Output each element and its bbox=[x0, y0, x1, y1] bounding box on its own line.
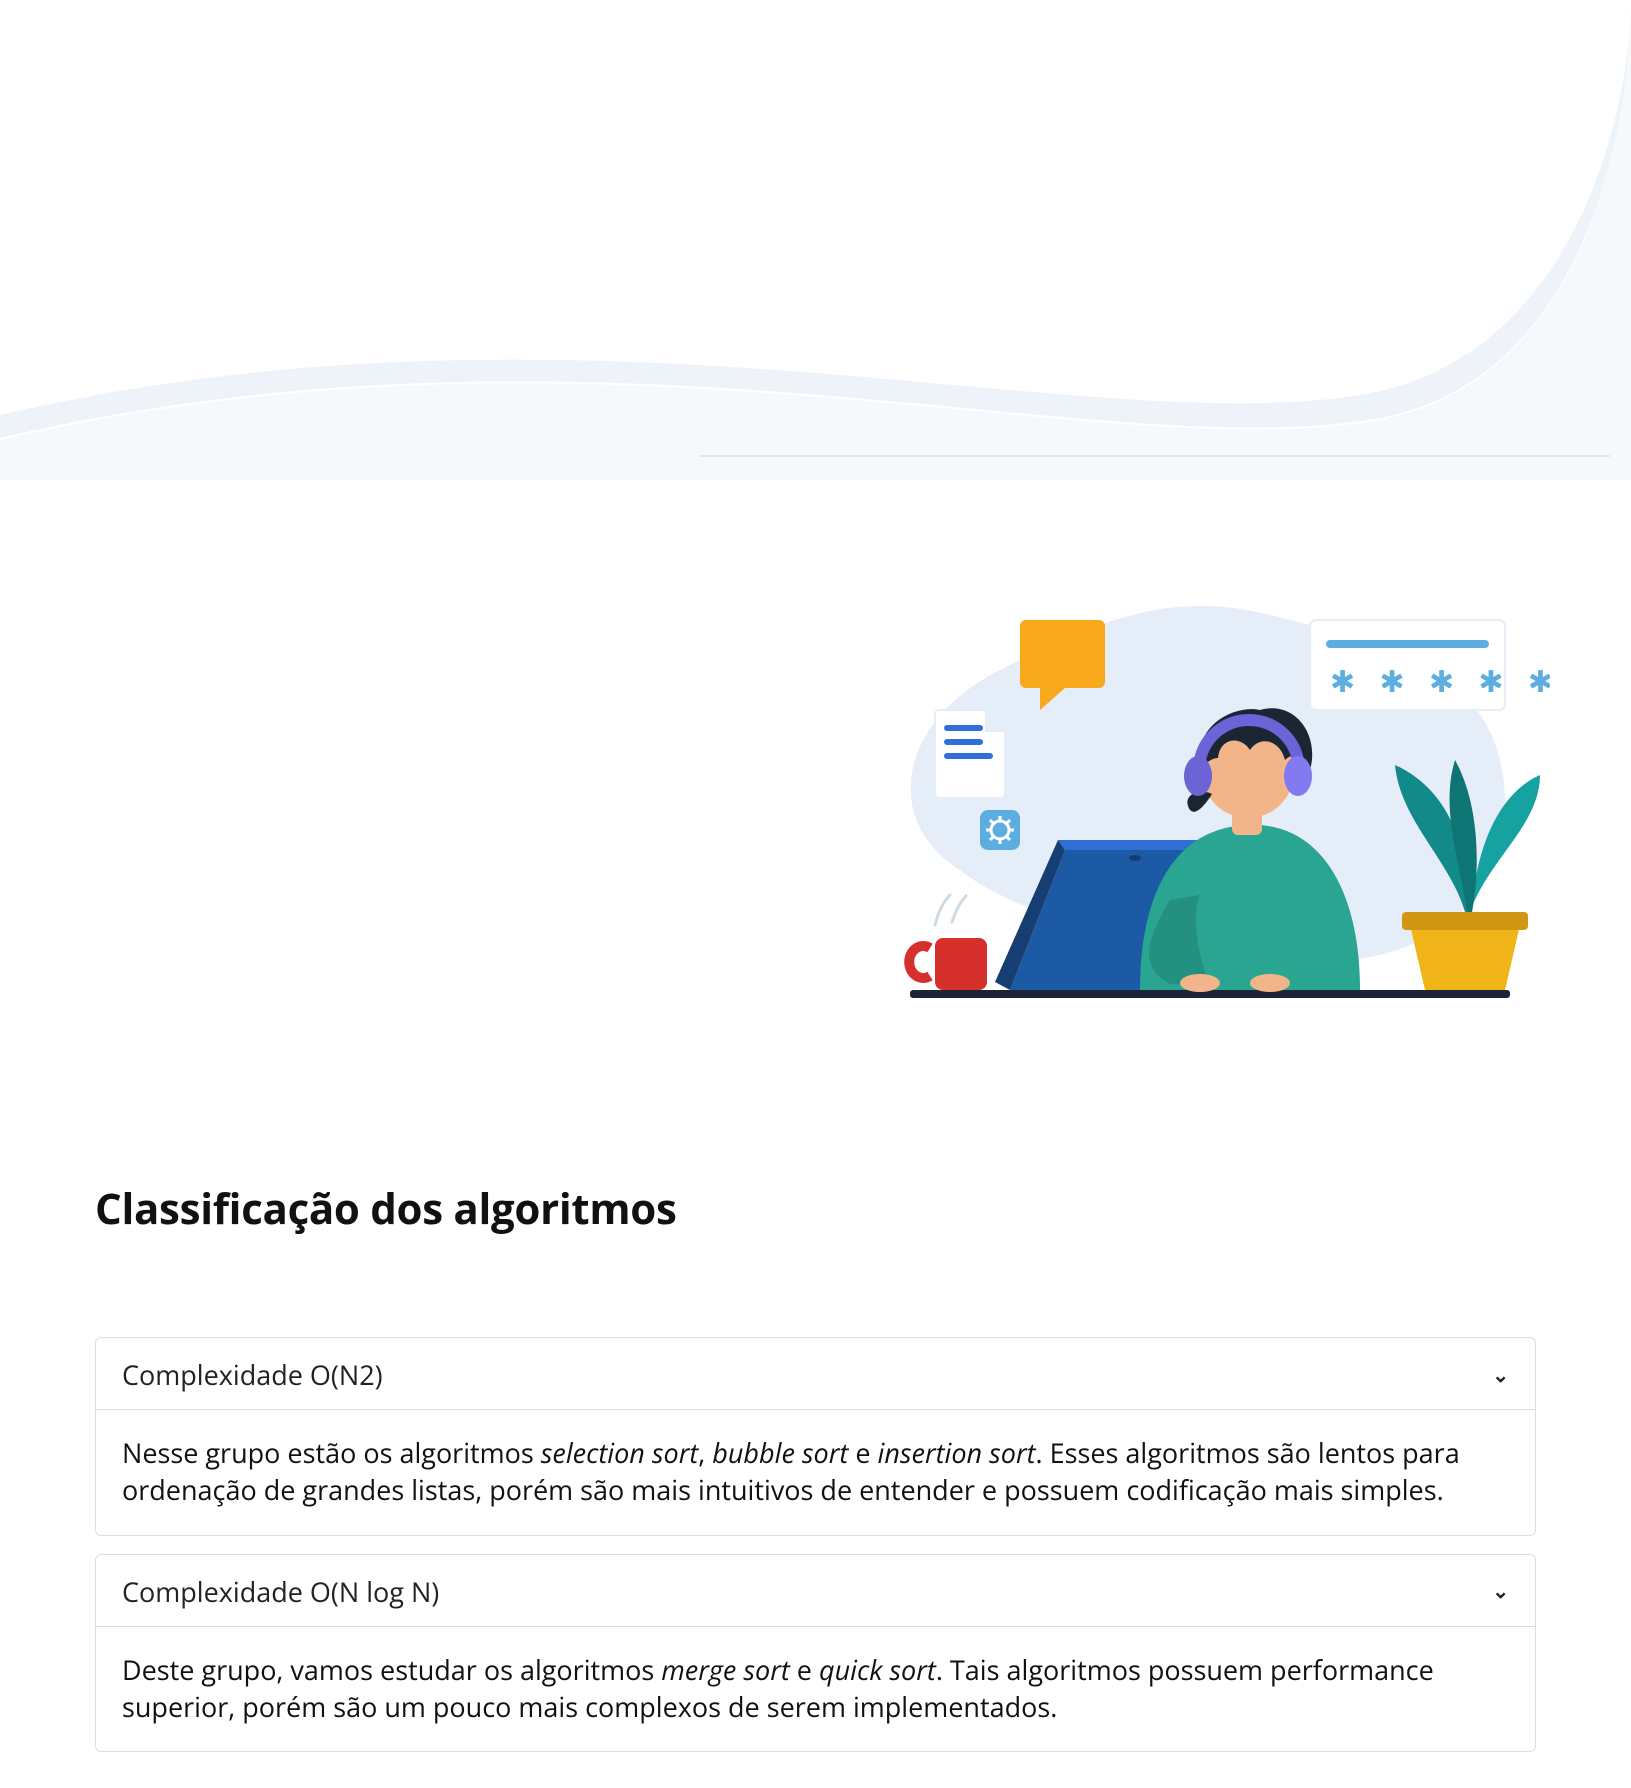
body-text: e bbox=[848, 1434, 877, 1471]
chevron-down-icon: ⌄ bbox=[1492, 1365, 1509, 1385]
body-text: Nesse grupo estão os algoritmos bbox=[122, 1434, 541, 1471]
accordion-body-onlogn: Deste grupo, vamos estudar os algoritmos… bbox=[96, 1627, 1535, 1752]
body-text: Deste grupo, vamos estudar os algoritmos bbox=[122, 1651, 661, 1688]
accordion-card-onlogn: Complexidade O(N log N) ⌄ Deste grupo, v… bbox=[95, 1554, 1536, 1753]
alg-name: bubble sort bbox=[712, 1434, 848, 1471]
gear-icon bbox=[980, 810, 1020, 850]
section-title: Classificação dos algoritmos bbox=[95, 1180, 1536, 1237]
accordion-header-on2[interactable]: Complexidade O(N2) ⌄ bbox=[96, 1338, 1535, 1410]
alg-name: insertion sort bbox=[878, 1434, 1036, 1471]
hero-wave-bg bbox=[0, 0, 1631, 490]
password-card-icon: ✱ ✱ ✱ ✱ ✱ bbox=[1310, 620, 1550, 710]
svg-text:✱ ✱ ✱ ✱ ✱: ✱ ✱ ✱ ✱ ✱ bbox=[1330, 666, 1550, 699]
body-text: e bbox=[790, 1651, 819, 1688]
accordion-header-onlogn[interactable]: Complexidade O(N log N) ⌄ bbox=[96, 1555, 1535, 1627]
body-text: , bbox=[698, 1434, 712, 1471]
alg-name: quick sort bbox=[819, 1651, 936, 1688]
hero-illustration: ✱ ✱ ✱ ✱ ✱ bbox=[840, 560, 1550, 1010]
chevron-down-icon: ⌄ bbox=[1492, 1581, 1509, 1601]
accordion-body-on2: Nesse grupo estão os algoritmos selectio… bbox=[96, 1410, 1535, 1535]
alg-name: merge sort bbox=[661, 1651, 790, 1688]
mug-icon bbox=[909, 895, 987, 990]
document-icon bbox=[935, 710, 1005, 798]
accordion-title: Complexidade O(N log N) bbox=[122, 1573, 439, 1610]
alg-name: selection sort bbox=[541, 1434, 698, 1471]
accordion-title: Complexidade O(N2) bbox=[122, 1356, 383, 1393]
accordion-card-on2: Complexidade O(N2) ⌄ Nesse grupo estão o… bbox=[95, 1337, 1536, 1536]
